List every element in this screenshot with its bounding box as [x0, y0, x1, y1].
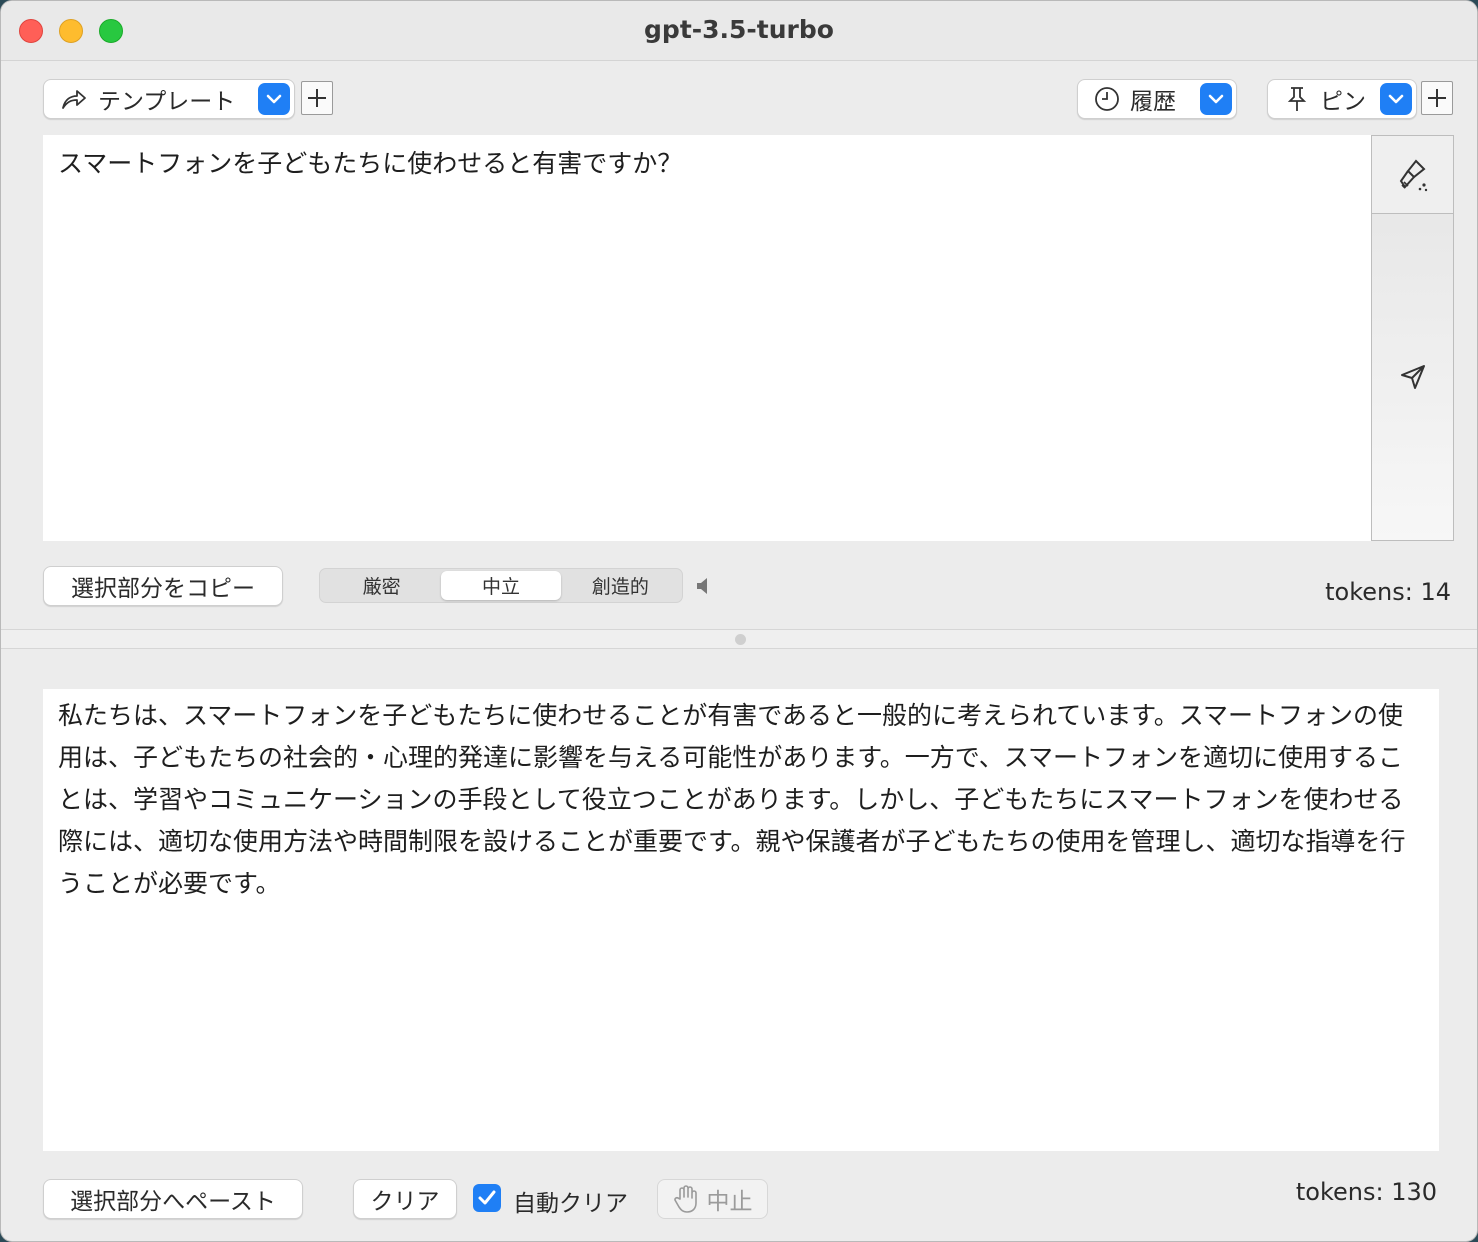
- auto-clear-checkbox[interactable]: [473, 1184, 501, 1212]
- clear-prompt-button[interactable]: [1372, 136, 1453, 214]
- pin-popup-button[interactable]: ピン: [1267, 79, 1417, 119]
- response-token-count: tokens: 130: [1295, 1178, 1437, 1206]
- prompt-tool-column: [1371, 135, 1454, 541]
- clock-icon: [1094, 86, 1120, 112]
- mode-creative[interactable]: 創造的: [561, 571, 680, 600]
- plus-icon: [306, 87, 328, 109]
- chevron-down-icon: [258, 83, 290, 115]
- speaker-icon[interactable]: [695, 575, 711, 597]
- hand-raised-icon: [673, 1184, 699, 1214]
- paste-to-selection-label: 選択部分へペースト: [70, 1189, 276, 1215]
- prompt-token-count: tokens: 14: [1325, 578, 1451, 606]
- copy-selection-label: 選択部分をコピー: [71, 576, 255, 602]
- prompt-input[interactable]: スマートフォンを子どもたちに使わせると有害ですか？: [43, 135, 1371, 541]
- copy-selection-button[interactable]: 選択部分をコピー: [43, 566, 283, 606]
- window-title: gpt-3.5-turbo: [644, 15, 834, 44]
- title-bar: gpt-3.5-turbo: [1, 1, 1477, 61]
- checkmark-icon: [477, 1189, 497, 1207]
- history-label: 履歴: [1130, 89, 1176, 115]
- send-button[interactable]: [1372, 214, 1453, 540]
- chevron-down-icon: [1380, 83, 1412, 115]
- stop-label: 中止: [706, 1189, 753, 1215]
- paper-plane-icon: [1399, 363, 1427, 391]
- add-pin-button[interactable]: [1421, 81, 1453, 115]
- mode-strict[interactable]: 厳密: [322, 571, 441, 600]
- clear-label: クリア: [370, 1189, 440, 1215]
- paste-to-selection-button[interactable]: 選択部分へペースト: [43, 1179, 303, 1219]
- split-divider[interactable]: [1, 629, 1477, 649]
- divider-handle[interactable]: [735, 634, 746, 645]
- template-label: テンプレート: [98, 89, 236, 115]
- paintbrush-icon: [1396, 157, 1430, 193]
- response-output[interactable]: 私たちは、スマートフォンを子どもたちに使わせることが有害であると一般的に考えられ…: [43, 689, 1439, 1151]
- mode-segmented-control: 厳密 中立 創造的: [319, 568, 683, 603]
- share-arrow-icon: [60, 87, 88, 111]
- pin-icon: [1286, 86, 1308, 112]
- app-window: gpt-3.5-turbo テンプレート 履歴 ピン スマートフォンを子どもたち…: [0, 0, 1478, 1242]
- pin-label: ピン: [1320, 89, 1366, 115]
- mode-neutral[interactable]: 中立: [441, 571, 561, 600]
- plus-icon: [1426, 87, 1448, 109]
- add-template-button[interactable]: [301, 81, 333, 115]
- auto-clear-label: 自動クリア: [513, 1191, 628, 1217]
- clear-button[interactable]: クリア: [353, 1179, 457, 1219]
- chevron-down-icon: [1200, 83, 1232, 115]
- history-popup-button[interactable]: 履歴: [1077, 79, 1237, 119]
- stop-button[interactable]: 中止: [657, 1179, 768, 1219]
- template-popup-button[interactable]: テンプレート: [43, 79, 295, 119]
